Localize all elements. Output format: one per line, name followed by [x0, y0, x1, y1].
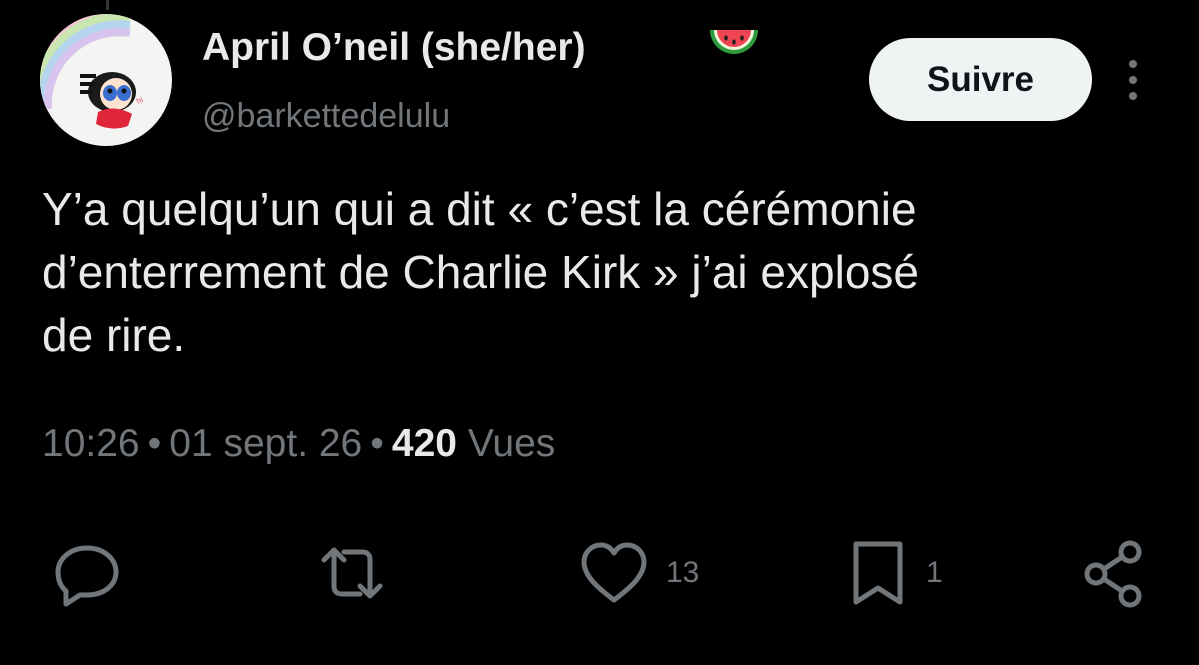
avatar[interactable]: hi: [40, 14, 172, 146]
tweet-text: Y’a quelqu’un qui a dit « c’est la cérém…: [42, 183, 919, 361]
heart-icon: [581, 542, 647, 603]
bookmark-count: 1: [926, 556, 943, 589]
tweet-metadata: 10:26 • 01 sept. 26 • 420 Vues: [42, 418, 555, 470]
bookmark-icon: [853, 541, 903, 605]
svg-text:hi: hi: [135, 95, 145, 106]
views-label: Vues: [467, 422, 556, 465]
reply-button[interactable]: [50, 538, 124, 608]
watermelon-icon: [706, 22, 762, 66]
thread-connector-line: [106, 0, 109, 10]
retweet-button[interactable]: [312, 538, 392, 608]
meta-separator: •: [370, 422, 384, 465]
meta-separator: •: [147, 422, 162, 465]
retweet-icon: [321, 547, 383, 599]
like-button[interactable]: 13: [578, 538, 699, 608]
reply-icon: [55, 545, 119, 607]
share-button[interactable]: [1080, 538, 1150, 608]
like-count: 13: [666, 556, 700, 589]
author-handle[interactable]: @barkettedelulu: [202, 94, 450, 138]
author-display-name[interactable]: April O’neil (she/her): [202, 24, 586, 72]
more-options-icon[interactable]: [1120, 56, 1146, 104]
follow-button[interactable]: Suivre: [869, 38, 1092, 121]
share-icon: [1084, 540, 1142, 608]
tweet-date[interactable]: 01 sept. 26: [169, 422, 362, 465]
tweet-time[interactable]: 10:26: [42, 422, 140, 465]
views-count: 420: [391, 422, 457, 465]
bookmark-button[interactable]: 1: [846, 538, 943, 608]
